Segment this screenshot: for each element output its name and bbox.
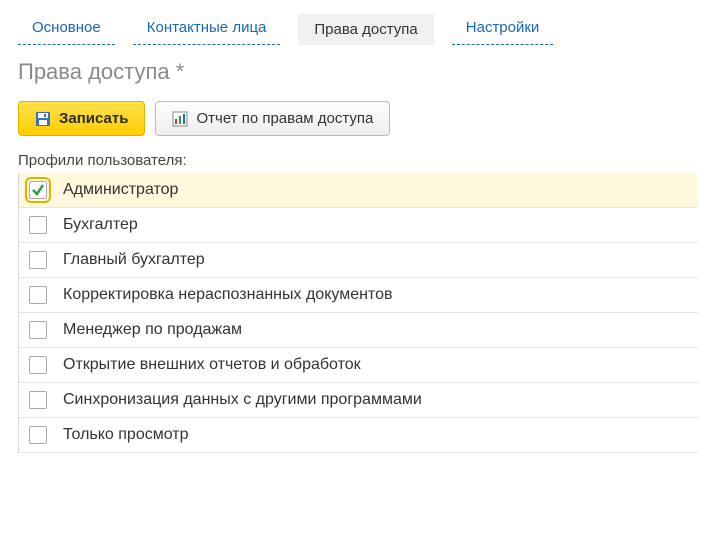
profile-row[interactable]: Администратор [19, 173, 698, 208]
profile-label: Только просмотр [63, 426, 189, 444]
report-button-label: Отчет по правам доступа [196, 110, 373, 127]
save-button-label: Записать [59, 110, 128, 127]
profile-label: Открытие внешних отчетов и обработок [63, 356, 361, 374]
profile-checkbox[interactable] [29, 426, 47, 444]
profile-label: Администратор [63, 181, 178, 199]
profile-checkbox[interactable] [29, 216, 47, 234]
profile-checkbox[interactable] [29, 251, 47, 269]
profile-row[interactable]: Корректировка нераспознанных документов [19, 278, 698, 313]
profile-row[interactable]: Бухгалтер [19, 208, 698, 243]
page-title: Права доступа * [18, 59, 698, 85]
profiles-label: Профили пользователя: [18, 152, 698, 169]
report-button[interactable]: Отчет по правам доступа [155, 101, 390, 136]
profile-checkbox[interactable] [29, 321, 47, 339]
profile-label: Корректировка нераспознанных документов [63, 286, 392, 304]
profile-row[interactable]: Главный бухгалтер [19, 243, 698, 278]
tab-1[interactable]: Контактные лица [133, 14, 281, 45]
profile-list: Администратор Бухгалтер Главный бухгалтер К… [18, 173, 698, 453]
save-button[interactable]: Записать [18, 101, 145, 136]
tab-3[interactable]: Настройки [452, 14, 554, 45]
report-icon [172, 111, 188, 127]
profile-row[interactable]: Синхронизация данных с другими программа… [19, 383, 698, 418]
profile-label: Главный бухгалтер [63, 251, 205, 269]
profile-row[interactable]: Только просмотр [19, 418, 698, 453]
profile-checkbox[interactable] [29, 181, 47, 199]
tab-0[interactable]: Основное [18, 14, 115, 45]
save-icon [35, 111, 51, 127]
profile-checkbox[interactable] [29, 356, 47, 374]
profile-checkbox[interactable] [29, 391, 47, 409]
profile-row[interactable]: Открытие внешних отчетов и обработок [19, 348, 698, 383]
profile-label: Менеджер по продажам [63, 321, 242, 339]
profile-checkbox[interactable] [29, 286, 47, 304]
profile-label: Бухгалтер [63, 216, 138, 234]
tab-bar: Основное Контактные лица Права доступа Наст… [18, 14, 698, 45]
profile-label: Синхронизация данных с другими программа… [63, 391, 422, 409]
profile-row[interactable]: Менеджер по продажам [19, 313, 698, 348]
tab-2[interactable]: Права доступа [298, 14, 433, 45]
toolbar: Записать Отчет по правам доступа [18, 101, 698, 136]
